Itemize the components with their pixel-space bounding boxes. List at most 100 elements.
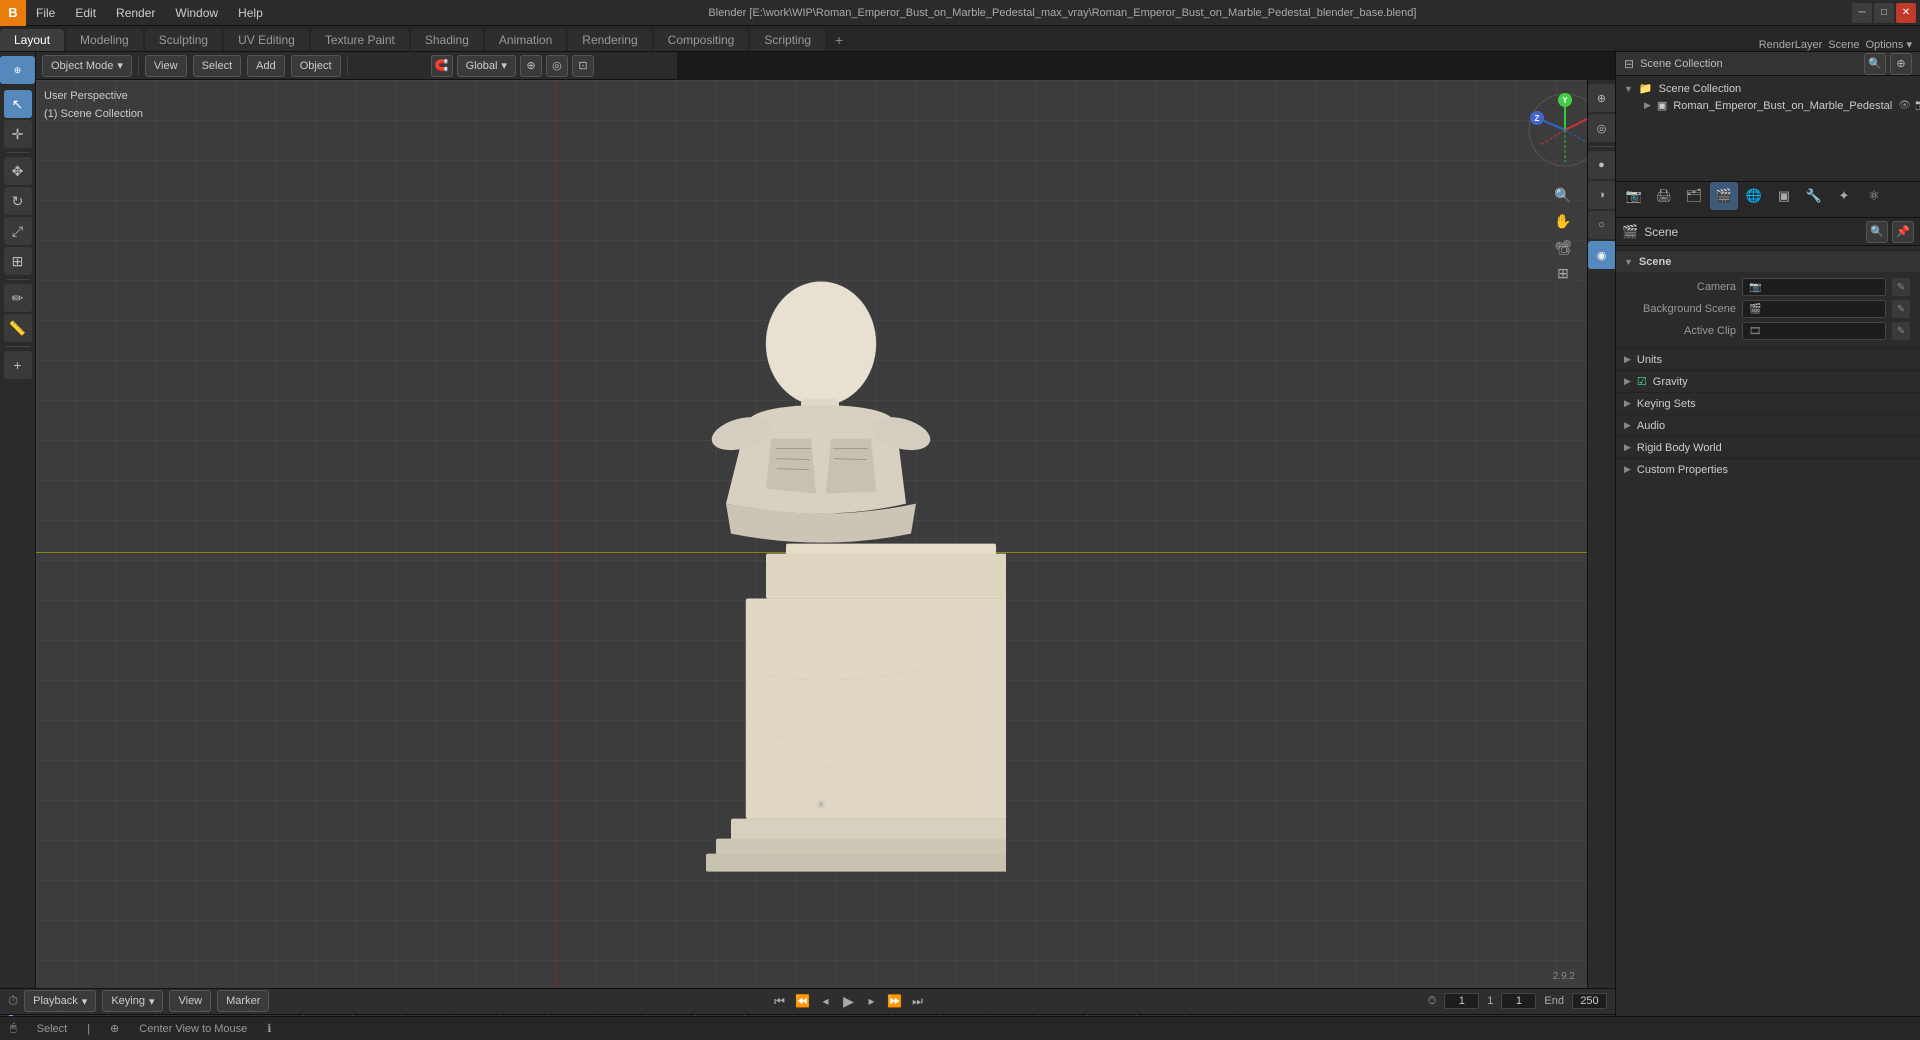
active-clip-edit-icon[interactable]: ✎ bbox=[1892, 322, 1910, 340]
bg-scene-edit-icon[interactable]: ✎ bbox=[1892, 300, 1910, 318]
outliner-add[interactable]: ⊕ bbox=[1890, 53, 1912, 75]
tab-compositing[interactable]: Compositing bbox=[654, 29, 749, 51]
camera-label: Camera bbox=[1626, 281, 1736, 293]
transform-tool[interactable]: ⊞ bbox=[4, 247, 32, 275]
rotate-tool[interactable]: ↻ bbox=[4, 187, 32, 215]
left-toolbar: ⊕ ↖ ✛ ✥ ↻ ⤢ ⊞ ✏ 📏 + bbox=[0, 52, 36, 988]
active-clip-field[interactable]: 🎞 bbox=[1742, 322, 1886, 340]
xray-toggle[interactable]: ◎ bbox=[1588, 114, 1616, 142]
viewport-shade-rendered[interactable]: ○ bbox=[1588, 211, 1616, 239]
next-frame-btn[interactable]: ▸ bbox=[862, 991, 882, 1011]
keying-sets-section[interactable]: ▶ Keying Sets bbox=[1616, 392, 1920, 414]
snap-toggle[interactable]: ⊡ bbox=[572, 55, 594, 77]
tab-scripting[interactable]: Scripting bbox=[750, 29, 825, 51]
play-btn[interactable]: ▶ bbox=[839, 991, 859, 1011]
hand-icon[interactable]: ✋ bbox=[1551, 209, 1575, 233]
tab-sculpting[interactable]: Sculpting bbox=[145, 29, 222, 51]
tab-rendering[interactable]: Rendering bbox=[568, 29, 651, 51]
next-keyframe-btn[interactable]: ⏩ bbox=[885, 991, 905, 1011]
prop-output-icon[interactable]: 🖨 bbox=[1650, 182, 1678, 210]
menu-window[interactable]: Window bbox=[165, 0, 228, 25]
menu-help[interactable]: Help bbox=[228, 0, 273, 25]
playback-menu[interactable]: Playback ▾ bbox=[24, 990, 96, 1012]
units-section[interactable]: ▶ Units bbox=[1616, 348, 1920, 370]
add-tool[interactable]: + bbox=[4, 351, 32, 379]
measure-tool[interactable]: 📏 bbox=[4, 314, 32, 342]
menu-edit[interactable]: Edit bbox=[65, 0, 106, 25]
viewport-shade-wireframe[interactable]: ◉ bbox=[1588, 241, 1616, 269]
prop-particles-icon[interactable]: ✦ bbox=[1830, 182, 1858, 210]
tab-layout[interactable]: Layout bbox=[0, 29, 64, 51]
object-menu[interactable]: Object bbox=[291, 55, 341, 77]
select-menu[interactable]: Select bbox=[193, 55, 242, 77]
prev-frame-btn[interactable]: ◂ bbox=[816, 991, 836, 1011]
cursor-tool[interactable]: ✛ bbox=[4, 120, 32, 148]
custom-properties-section[interactable]: ▶ Custom Properties bbox=[1616, 458, 1920, 480]
camera-edit-icon[interactable]: ✎ bbox=[1892, 278, 1910, 296]
props-pin[interactable]: 📌 bbox=[1892, 221, 1914, 243]
camera-icon[interactable]: 📽 bbox=[1551, 235, 1575, 259]
end-frame-input[interactable] bbox=[1572, 993, 1607, 1009]
tab-animation[interactable]: Animation bbox=[485, 29, 566, 51]
viewport-shade-material[interactable]: ◑ bbox=[1588, 181, 1616, 209]
add-menu[interactable]: Add bbox=[247, 55, 285, 77]
gravity-checkbox[interactable]: ☑ bbox=[1637, 375, 1647, 388]
close-button[interactable]: ✕ bbox=[1896, 3, 1916, 23]
move-tool[interactable]: ✥ bbox=[4, 157, 32, 185]
props-search[interactable]: 🔍 bbox=[1866, 221, 1888, 243]
pivot-dropdown[interactable]: Global ▾ bbox=[457, 55, 516, 77]
bg-scene-field[interactable]: 🎬 bbox=[1742, 300, 1886, 318]
view-menu[interactable]: View bbox=[145, 55, 187, 77]
start-frame-input[interactable] bbox=[1501, 993, 1536, 1009]
current-frame-input[interactable] bbox=[1444, 993, 1479, 1009]
menu-file[interactable]: File bbox=[26, 0, 65, 25]
tab-add[interactable]: + bbox=[827, 29, 851, 51]
render-visibility-icon[interactable]: 📷 bbox=[1915, 100, 1920, 111]
outliner-scene-collection[interactable]: ▼ 📁 Scene Collection bbox=[1624, 80, 1912, 97]
viewport-shade-solid[interactable]: ● bbox=[1588, 151, 1616, 179]
overlay-toggle[interactable]: ⊕ bbox=[1588, 84, 1616, 112]
snap-icon[interactable]: 🧲 bbox=[431, 55, 453, 77]
prop-world-icon[interactable]: 🌐 bbox=[1740, 182, 1768, 210]
blender-logo[interactable]: B bbox=[0, 0, 26, 26]
orientation-icon[interactable]: ⊕ bbox=[520, 55, 542, 77]
tab-uv-editing[interactable]: UV Editing bbox=[224, 29, 309, 51]
prop-render-icon[interactable]: 📷 bbox=[1620, 182, 1648, 210]
scale-tool[interactable]: ⤢ bbox=[4, 217, 32, 245]
prop-physics-icon[interactable]: ⚛ bbox=[1860, 182, 1888, 210]
timeline-view-menu[interactable]: View bbox=[169, 990, 211, 1012]
prev-keyframe-btn[interactable]: ⏪ bbox=[793, 991, 813, 1011]
marker-menu[interactable]: Marker bbox=[217, 990, 269, 1012]
outliner-filter[interactable]: 🔍 bbox=[1864, 53, 1886, 75]
prop-object-icon[interactable]: ▣ bbox=[1770, 182, 1798, 210]
prop-modifier-icon[interactable]: 🔧 bbox=[1800, 182, 1828, 210]
prop-scene-icon[interactable]: 🎬 bbox=[1710, 182, 1738, 210]
minimize-button[interactable]: ─ bbox=[1852, 3, 1872, 23]
options-btn[interactable]: Options ▾ bbox=[1866, 38, 1913, 51]
gravity-section[interactable]: ▶ ☑ Gravity bbox=[1616, 370, 1920, 392]
tab-shading[interactable]: Shading bbox=[411, 29, 483, 51]
rigid-body-world-section[interactable]: ▶ Rigid Body World bbox=[1616, 436, 1920, 458]
zoom-icon[interactable]: 🔍 bbox=[1551, 183, 1575, 207]
annotate-tool[interactable]: ✏ bbox=[4, 284, 32, 312]
jump-start-btn[interactable]: ⏮ bbox=[770, 991, 790, 1011]
viewport[interactable]: User Perspective (1) Scene Collection bbox=[36, 80, 1615, 988]
tab-modeling[interactable]: Modeling bbox=[66, 29, 143, 51]
proportional-edit-icon[interactable]: ◎ bbox=[546, 55, 568, 77]
menu-render[interactable]: Render bbox=[106, 0, 165, 25]
mode-dropdown[interactable]: Object Mode ▾ bbox=[42, 55, 132, 77]
camera-field[interactable]: 📷 bbox=[1742, 278, 1886, 296]
outliner-object-item[interactable]: ▶ ▣ Roman_Emperor_Bust_on_Marble_Pedesta… bbox=[1624, 97, 1912, 114]
maximize-button[interactable]: □ bbox=[1874, 3, 1894, 23]
scene-section-header[interactable]: ▼ Scene bbox=[1616, 250, 1920, 272]
select-tool[interactable]: ↖ bbox=[4, 90, 32, 118]
tab-texture-paint[interactable]: Texture Paint bbox=[311, 29, 409, 51]
visibility-icon[interactable]: 👁 bbox=[1898, 100, 1911, 111]
custom-properties-label: Custom Properties bbox=[1637, 464, 1728, 476]
prop-viewlayer-icon[interactable]: 🗂 bbox=[1680, 182, 1708, 210]
mode-selector-btn[interactable]: ⊕ bbox=[0, 56, 35, 84]
jump-end-btn[interactable]: ⏭ bbox=[908, 991, 928, 1011]
grid-icon[interactable]: ⊞ bbox=[1551, 261, 1575, 285]
audio-section[interactable]: ▶ Audio bbox=[1616, 414, 1920, 436]
keying-menu[interactable]: Keying ▾ bbox=[102, 990, 163, 1012]
